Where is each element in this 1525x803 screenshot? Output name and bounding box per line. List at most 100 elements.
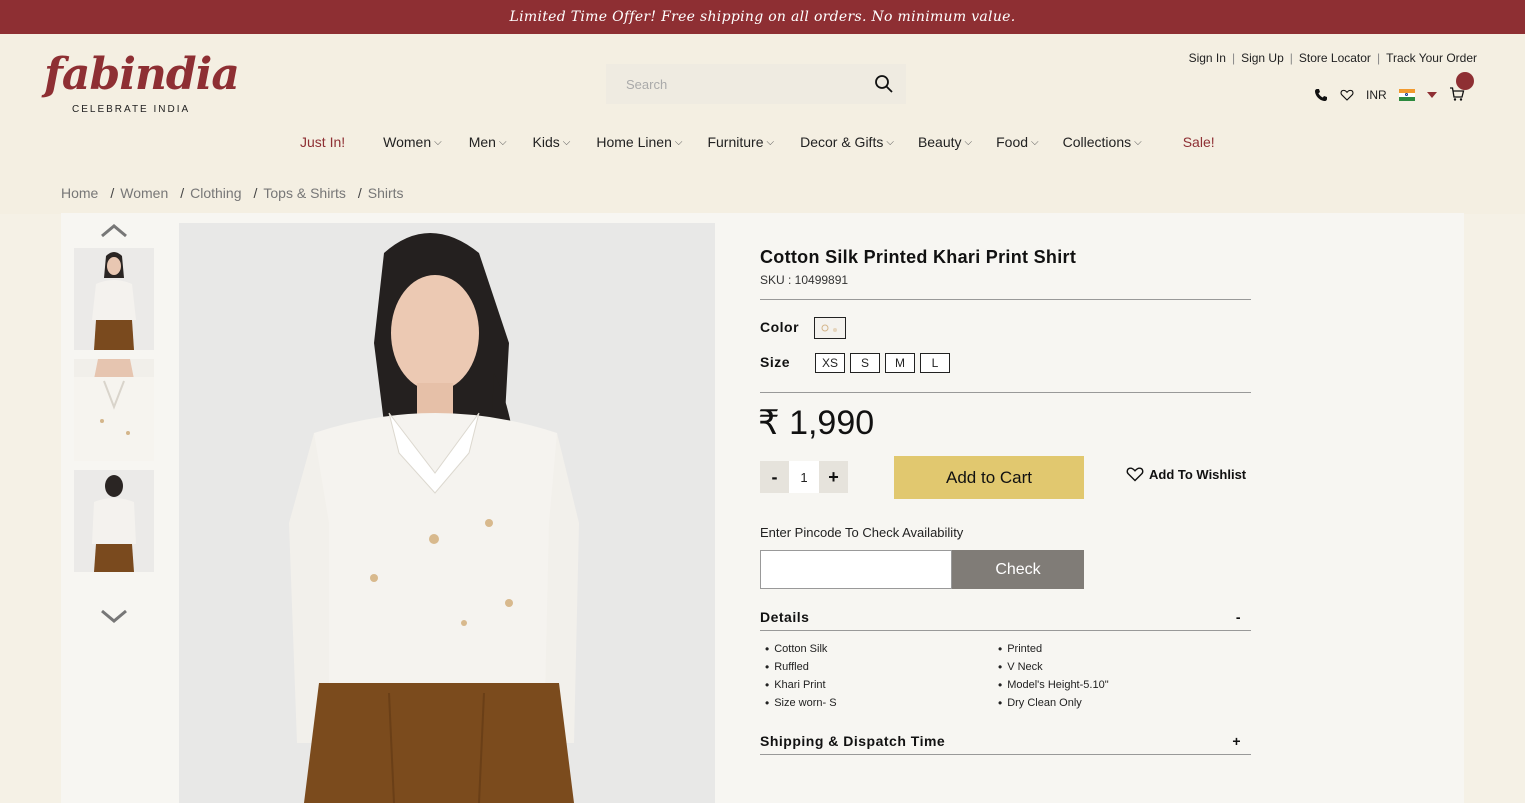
divider: [760, 299, 1251, 300]
nav-sale[interactable]: Sale!: [1183, 134, 1215, 150]
size-label: Size: [760, 354, 791, 370]
details-list: Cotton Silk Printed Ruffled V Neck Khari…: [765, 642, 1245, 710]
track-order-link[interactable]: Track Your Order: [1386, 51, 1477, 65]
pincode-label: Enter Pincode To Check Availability: [760, 525, 964, 540]
nav-food[interactable]: Food ⌵: [996, 134, 1039, 150]
detail-item: Ruffled: [765, 660, 998, 674]
size-s[interactable]: S: [850, 353, 880, 373]
breadcrumb-home[interactable]: Home: [61, 185, 98, 201]
chevron-down-icon: ⌵: [434, 136, 442, 148]
detail-item: V Neck: [998, 660, 1231, 674]
breadcrumb-women[interactable]: Women: [120, 185, 168, 201]
nav-collections[interactable]: Collections ⌵: [1063, 134, 1142, 150]
nav-label: Just In!: [300, 134, 346, 150]
search-bar: [606, 64, 906, 104]
cart-count-badge: [1455, 72, 1474, 90]
nav-furniture[interactable]: Furniture ⌵: [707, 134, 774, 150]
add-to-cart-button[interactable]: Add to Cart: [894, 456, 1084, 499]
sign-up-link[interactable]: Sign Up: [1241, 51, 1284, 65]
thumbnail-detail[interactable]: [74, 359, 154, 461]
nav-label: Beauty: [917, 134, 962, 150]
nav-beauty[interactable]: Beauty ⌵: [918, 134, 972, 150]
logo-tagline: CELEBRATE INDIA: [72, 104, 191, 115]
breadcrumb-tops-shirts[interactable]: Tops & Shirts: [263, 185, 345, 201]
details-accordion-header[interactable]: Details -: [760, 606, 1251, 628]
qty-decrease-button[interactable]: -: [760, 461, 789, 493]
account-links: Sign In | Sign Up | Store Locator | Trac…: [1189, 51, 1477, 65]
chevron-down-icon: ⌵: [1031, 136, 1039, 148]
nav-just-in[interactable]: Just In!: [300, 134, 345, 150]
divider: |: [1231, 51, 1236, 65]
product-price: ₹ 1,990: [758, 404, 875, 442]
breadcrumb-shirts[interactable]: Shirts: [368, 185, 404, 201]
expand-icon: +: [1232, 733, 1241, 749]
thumbnail-gallery: [74, 248, 154, 581]
qty-value[interactable]: 1: [789, 461, 819, 493]
check-pincode-button[interactable]: Check: [952, 550, 1084, 589]
detail-item: Dry Clean Only: [998, 696, 1231, 710]
breadcrumb-separator: /: [253, 185, 258, 201]
breadcrumb: Home / Women / Clothing / Tops & Shirts …: [61, 185, 404, 201]
nav-label: Food: [996, 134, 1029, 150]
search-icon[interactable]: [874, 74, 894, 94]
divider: [760, 754, 1251, 755]
pincode-input[interactable]: [760, 550, 952, 589]
details-heading: Details: [760, 609, 810, 625]
color-swatch[interactable]: [814, 317, 846, 339]
size-options: XS S M L: [815, 353, 950, 373]
heart-icon: [1126, 467, 1144, 482]
nav-label: Furniture: [707, 134, 764, 150]
brand-logo[interactable]: fabindia CELEBRATE INDIA: [44, 49, 240, 120]
nav-kids[interactable]: Kids ⌵: [533, 134, 571, 150]
size-xs[interactable]: XS: [815, 353, 845, 373]
shipping-accordion-header[interactable]: Shipping & Dispatch Time +: [760, 730, 1251, 752]
nav-label: Women: [383, 134, 432, 150]
caret-down-icon[interactable]: [1426, 92, 1437, 98]
divider: |: [1289, 51, 1293, 65]
nav-label: Home Linen: [596, 134, 672, 150]
size-l[interactable]: L: [920, 353, 950, 373]
heart-icon[interactable]: [1340, 88, 1354, 102]
swatch-pattern-icon: [821, 324, 837, 332]
nav-decor-gifts[interactable]: Decor & Gifts ⌵: [800, 134, 894, 150]
india-flag-icon[interactable]: [1398, 89, 1415, 101]
chevron-down-icon: ⌵: [674, 136, 683, 148]
promo-banner: Limited Time Offer! Free shipping on all…: [0, 0, 1525, 34]
add-to-wishlist-button[interactable]: Add To Wishlist: [1126, 466, 1246, 482]
nav-label: Decor & Gifts: [800, 134, 884, 150]
store-locator-link[interactable]: Store Locator: [1299, 51, 1371, 65]
qty-increase-button[interactable]: +: [819, 461, 848, 493]
thumbnail-back[interactable]: [74, 470, 154, 572]
chevron-down-icon: ⌵: [562, 136, 571, 148]
utility-bar: INR: [1314, 72, 1474, 104]
product-title: Cotton Silk Printed Khari Print Shirt: [760, 247, 1077, 267]
phone-icon[interactable]: [1314, 88, 1328, 102]
main-nav: Just In! Women ⌵ Men ⌵ Kids ⌵ Home Linen ⌵ F…: [300, 134, 1215, 150]
thumbnail-front[interactable]: [74, 248, 154, 350]
size-m[interactable]: M: [885, 353, 915, 373]
nav-label: Kids: [532, 134, 560, 150]
shipping-heading: Shipping & Dispatch Time: [760, 733, 946, 749]
currency-label[interactable]: INR: [1366, 88, 1387, 102]
sign-in-link[interactable]: Sign In: [1189, 51, 1226, 65]
quantity-stepper: - 1 +: [760, 461, 848, 493]
breadcrumb-clothing[interactable]: Clothing: [190, 185, 241, 201]
logo-wordmark: fabindia: [44, 49, 240, 100]
promo-text: Limited Time Offer! Free shipping on all…: [509, 9, 1016, 25]
detail-item: Size worn- S: [765, 696, 998, 710]
cart-button[interactable]: [1449, 72, 1474, 104]
nav-men[interactable]: Men ⌵: [469, 134, 507, 150]
color-label: Color: [760, 319, 800, 335]
product-sku: SKU : 10499891: [760, 273, 849, 287]
divider: |: [1376, 51, 1381, 65]
nav-women[interactable]: Women ⌵: [383, 134, 442, 150]
chevron-up-icon[interactable]: [100, 223, 128, 239]
breadcrumb-separator: /: [357, 185, 362, 201]
search-input[interactable]: [626, 76, 874, 92]
wishlist-label: Add To Wishlist: [1149, 466, 1247, 482]
breadcrumb-separator: /: [110, 185, 115, 201]
detail-item: Printed: [998, 642, 1231, 656]
product-main-image[interactable]: [179, 223, 715, 803]
chevron-down-icon[interactable]: [100, 608, 128, 624]
nav-home-linen[interactable]: Home Linen ⌵: [596, 134, 682, 150]
